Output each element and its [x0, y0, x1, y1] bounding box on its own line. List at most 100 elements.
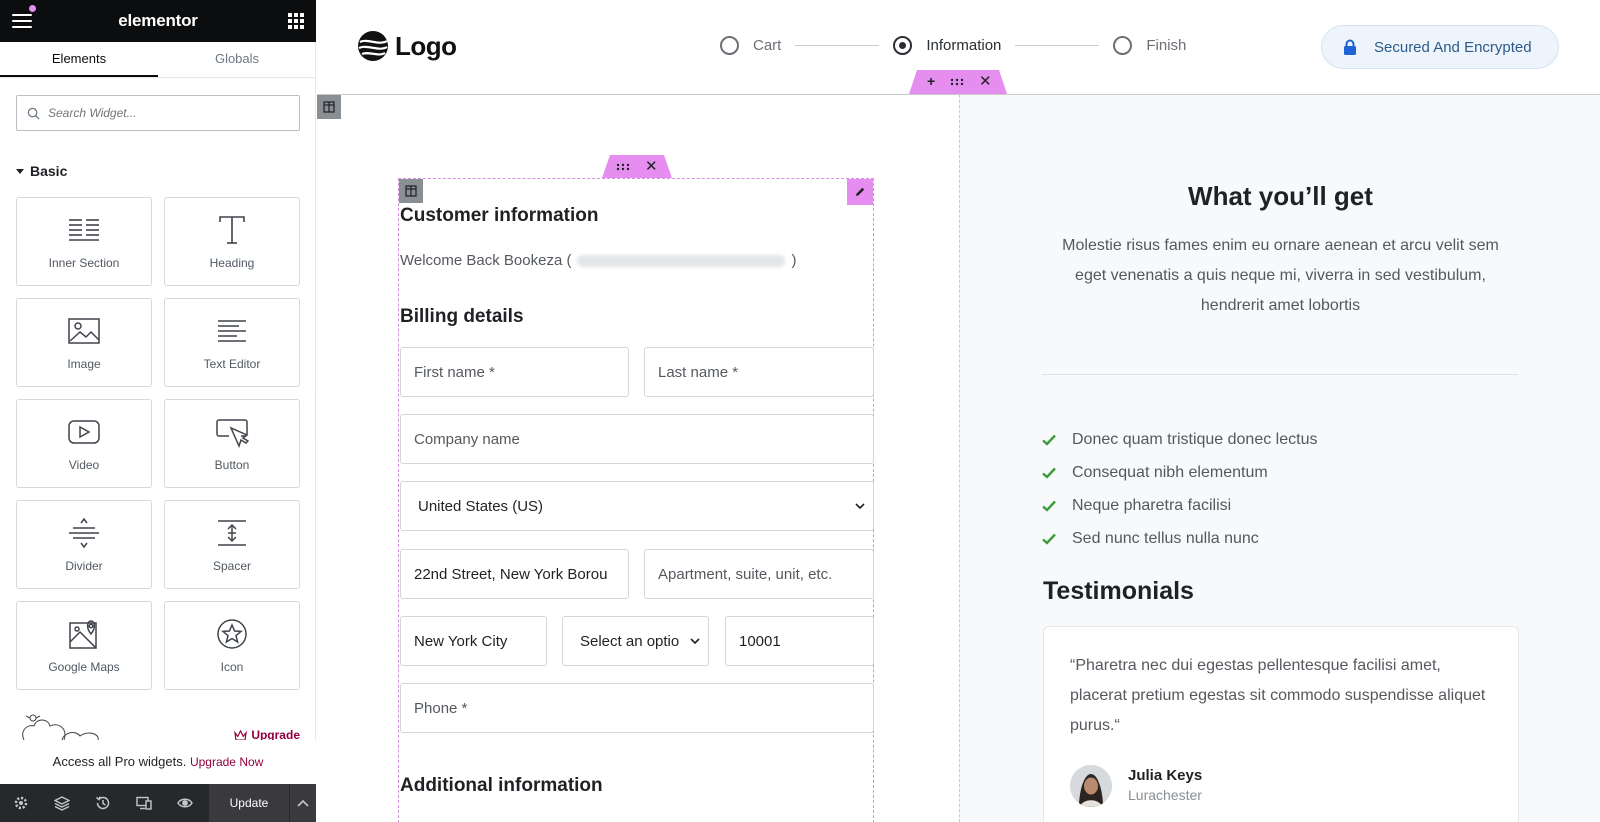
upgrade-now-link[interactable]: Upgrade Now — [190, 755, 263, 769]
widget-icon[interactable]: Icon — [164, 601, 300, 690]
delete-widget-icon[interactable]: ✕ — [645, 157, 658, 175]
step-label: Information — [926, 37, 1002, 54]
widget-text-editor[interactable]: Text Editor — [164, 298, 300, 387]
responsive-icon — [135, 796, 152, 810]
widget-label: Image — [67, 356, 101, 371]
category-basic[interactable]: Basic — [16, 163, 67, 179]
step-connector — [1015, 45, 1100, 46]
drag-handle-icon[interactable] — [616, 163, 630, 171]
widget-label: Spacer — [212, 558, 252, 573]
widgets-grid-icon[interactable] — [288, 13, 304, 29]
chevron-up-icon — [297, 799, 309, 807]
last-name-field[interactable]: Last name * — [644, 347, 874, 397]
check-icon — [1042, 467, 1056, 479]
preview-button[interactable] — [164, 784, 205, 822]
benefit-text: Donec quam tristique donec lectus — [1072, 430, 1318, 448]
apartment-field[interactable]: Apartment, suite, unit, etc. — [644, 549, 874, 599]
google-maps-icon — [69, 619, 97, 649]
divider — [1042, 374, 1518, 375]
state-select[interactable]: Select an optio — [562, 616, 709, 666]
category-label: Basic — [30, 163, 68, 179]
widget-image[interactable]: Image — [16, 298, 152, 387]
divider-icon — [69, 517, 99, 548]
panel-brand: elementor — [118, 11, 198, 30]
widget-google-maps[interactable]: Google Maps — [16, 601, 152, 690]
checkout-steps: Cart Information Finish — [720, 36, 1186, 55]
logo-text: Logo — [395, 30, 457, 61]
spacer-icon — [218, 519, 246, 546]
check-icon — [1042, 500, 1056, 512]
step-finish[interactable]: Finish — [1113, 36, 1186, 55]
redacted-email — [577, 254, 786, 267]
search-input[interactable] — [48, 106, 278, 120]
update-button[interactable]: Update — [209, 784, 289, 822]
add-section-icon[interactable]: + — [927, 73, 935, 89]
widget-button[interactable]: Button — [164, 399, 300, 488]
widget-edit-button[interactable] — [847, 179, 873, 205]
section-handle: + ✕ — [909, 70, 1007, 94]
pro-access-bar: Access all Pro widgets. Upgrade Now — [0, 740, 316, 784]
widget-handle: ✕ — [602, 155, 672, 178]
testimonial-location: Lurachester — [1128, 787, 1202, 803]
column-icon — [405, 185, 417, 197]
inner-section-icon — [69, 218, 99, 241]
first-name-field[interactable]: First name * — [400, 347, 629, 397]
column-edit-button[interactable] — [317, 95, 341, 119]
widget-label: Google Maps — [48, 659, 120, 674]
widget-spacer[interactable]: Spacer — [164, 500, 300, 589]
update-options-button[interactable] — [289, 784, 316, 822]
zip-field[interactable]: 10001 — [725, 616, 874, 666]
chevron-down-icon — [690, 638, 700, 645]
street-address-field[interactable]: 22nd Street, New York Borou — [400, 549, 629, 599]
history-button[interactable] — [82, 784, 123, 822]
site-logo[interactable]: Logo — [357, 30, 457, 62]
widget-grid: Inner Section Heading Image Text Editor … — [16, 197, 300, 690]
widget-heading[interactable]: Heading — [164, 197, 300, 286]
drag-handle-icon[interactable] — [950, 78, 964, 86]
settings-button[interactable] — [0, 784, 41, 822]
navigator-button[interactable] — [41, 784, 82, 822]
widget-label: Icon — [220, 659, 244, 674]
settings-icon — [14, 796, 27, 810]
widget-label: Divider — [65, 558, 103, 573]
list-item: Neque pharetra facilisi — [1042, 489, 1317, 522]
benefit-text: Neque pharetra facilisi — [1072, 496, 1232, 514]
tab-globals[interactable]: Globals — [158, 42, 316, 77]
benefits-column: What you’ll get Molestie risus fames eni… — [959, 95, 1600, 822]
step-information[interactable]: Information — [893, 36, 1001, 55]
text-editor-icon — [218, 319, 246, 342]
delete-section-icon[interactable]: ✕ — [979, 72, 992, 90]
widget-video[interactable]: Video — [16, 399, 152, 488]
country-select[interactable]: United States (US) — [400, 481, 874, 531]
secured-badge[interactable]: Secured And Encrypted — [1321, 25, 1559, 69]
chevron-down-icon — [855, 503, 865, 510]
check-icon — [1042, 434, 1056, 446]
phone-field[interactable]: Phone * — [400, 683, 874, 733]
testimonials-heading: Testimonials — [1043, 577, 1194, 605]
heading-icon — [219, 215, 245, 244]
widget-label: Video — [68, 457, 100, 472]
billing-details-heading: Billing details — [400, 306, 524, 327]
step-circle-icon — [720, 36, 739, 55]
panel-tabs: Elements Globals — [0, 42, 316, 78]
avatar-image — [1070, 765, 1112, 807]
tab-elements[interactable]: Elements — [0, 42, 158, 77]
list-item: Donec quam tristique donec lectus — [1042, 423, 1317, 456]
inner-column-edit-button[interactable] — [399, 179, 423, 203]
company-name-field[interactable]: Company name — [400, 414, 874, 464]
benefits-heading: What you’ll get — [1188, 181, 1373, 211]
widget-handle-shape — [602, 155, 672, 178]
benefits-description: Molestie risus fames enim eu ornare aene… — [1062, 237, 1499, 314]
step-active-icon — [893, 36, 913, 55]
widget-divider[interactable]: Divider — [16, 500, 152, 589]
list-item: Sed nunc tellus nulla nunc — [1042, 522, 1317, 555]
widget-inner-section[interactable]: Inner Section — [16, 197, 152, 286]
responsive-button[interactable] — [123, 784, 164, 822]
welcome-message: Welcome Back Bookeza ( ) — [400, 252, 796, 269]
elementor-panel: elementor Elements Globals Basic Inner S… — [0, 0, 316, 822]
search-icon — [27, 107, 40, 120]
lock-icon — [1344, 39, 1356, 55]
step-cart[interactable]: Cart — [720, 36, 781, 55]
button-icon — [216, 418, 249, 448]
city-field[interactable]: New York City — [400, 616, 547, 666]
